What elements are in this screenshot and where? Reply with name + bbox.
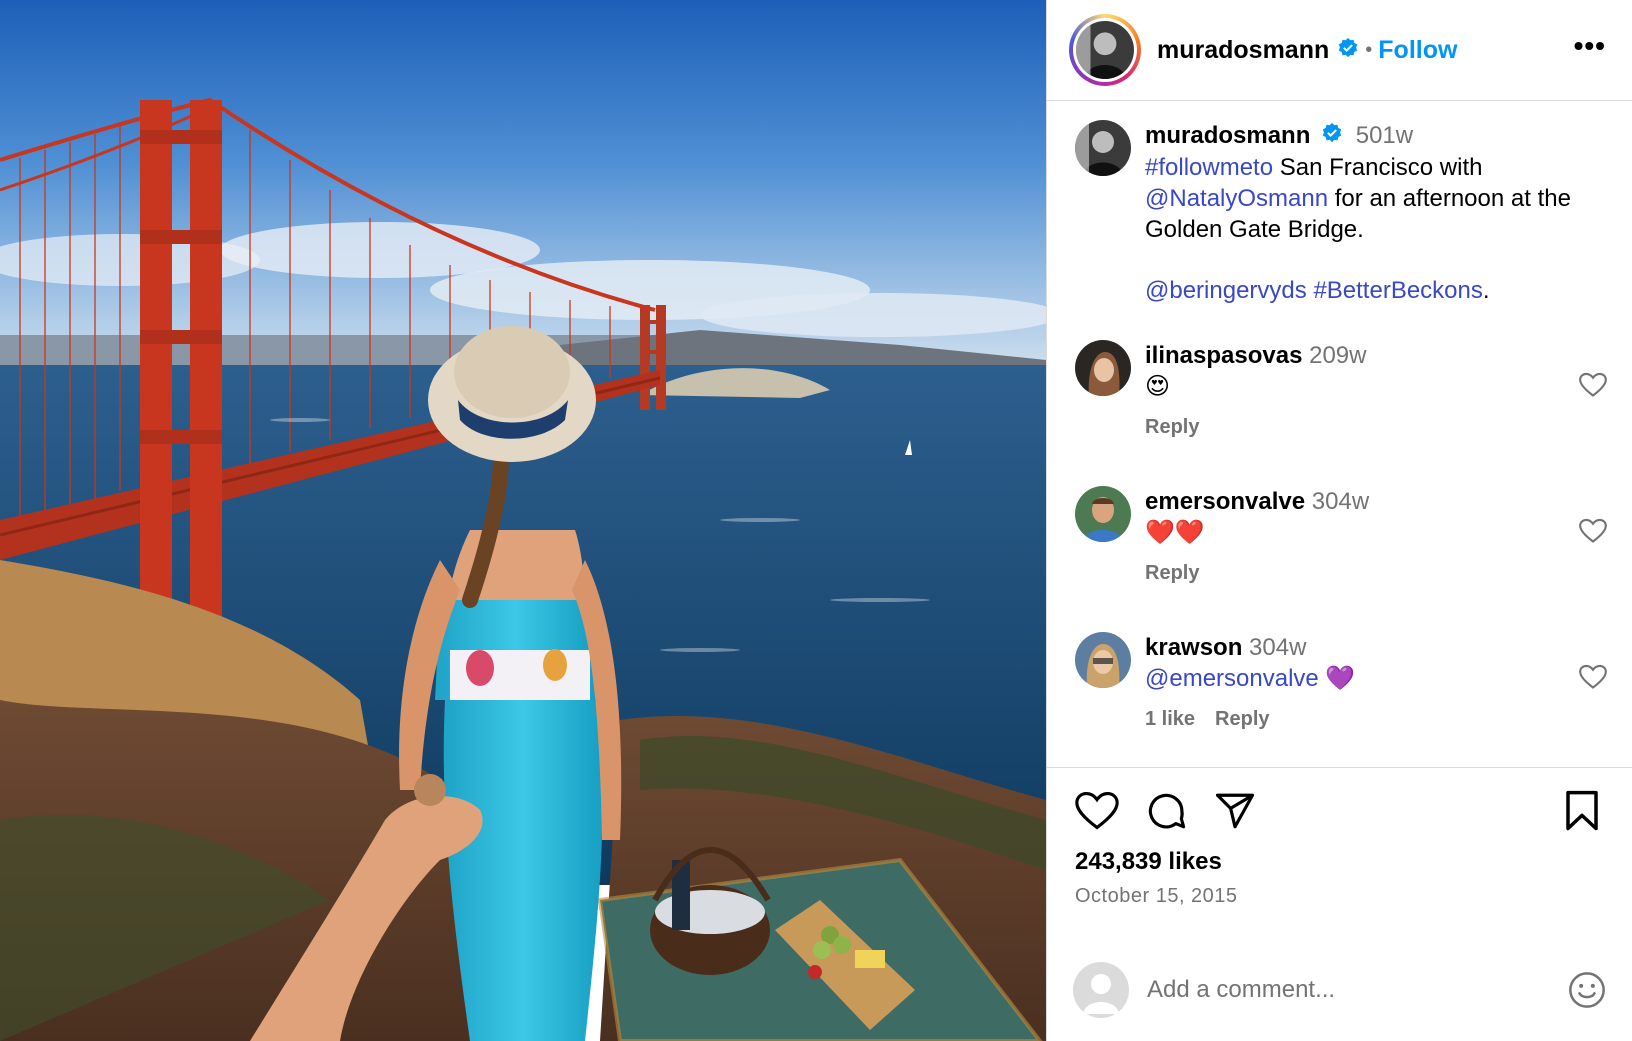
- caption: muradosmann 501w #followmeto San Francis…: [1075, 120, 1585, 306]
- reply-button[interactable]: Reply: [1215, 708, 1269, 730]
- mention-link[interactable]: @emersonvalve: [1145, 665, 1319, 692]
- comment-text: ❤️❤️: [1145, 519, 1205, 546]
- add-comment-bar: [1047, 950, 1632, 1030]
- caption-avatar[interactable]: [1075, 120, 1131, 176]
- post-date[interactable]: October 15, 2015: [1075, 885, 1238, 908]
- comment-bubble-icon[interactable]: [1145, 790, 1189, 837]
- save-bookmark-icon[interactable]: [1563, 790, 1601, 837]
- comment-username[interactable]: emersonvalve: [1145, 488, 1305, 515]
- hashtag-link[interactable]: #BetterBeckons: [1313, 277, 1482, 304]
- photo-golden-gate: [0, 0, 1046, 1041]
- separator-dot: •: [1365, 38, 1373, 61]
- comment-item: ilinaspasovas 209w 😍 Reply: [1075, 340, 1585, 443]
- emoji-picker-icon[interactable]: [1567, 970, 1607, 1015]
- commenter-avatar[interactable]: [1075, 632, 1131, 688]
- caption-text-part: San Francisco with: [1273, 154, 1483, 182]
- likes-count[interactable]: 243,839 likes: [1075, 848, 1222, 876]
- current-user-avatar: [1073, 962, 1129, 1018]
- share-paper-plane-icon[interactable]: [1213, 790, 1257, 837]
- section-divider: [1047, 767, 1632, 768]
- comment-timestamp[interactable]: 304w: [1312, 488, 1369, 515]
- mention-link[interactable]: @NatalyOsmann: [1145, 185, 1328, 212]
- hashtag-link[interactable]: #followmeto: [1145, 154, 1273, 181]
- like-comment-heart-icon[interactable]: [1579, 372, 1607, 403]
- like-comment-heart-icon[interactable]: [1579, 664, 1607, 695]
- verified-badge-icon: [1337, 37, 1359, 64]
- caption-tags: @beringervyds #BetterBeckons.: [1145, 275, 1585, 306]
- story-ring[interactable]: [1069, 14, 1141, 86]
- caption-text-part: .: [1482, 277, 1490, 305]
- reply-button[interactable]: Reply: [1145, 416, 1199, 438]
- follow-button[interactable]: Follow: [1378, 36, 1457, 65]
- comment-text: 💜: [1318, 665, 1356, 692]
- comment-timestamp[interactable]: 304w: [1249, 634, 1306, 661]
- verified-badge-icon: [1321, 121, 1343, 152]
- comment-item: krawson 304w @emersonvalve 💜 1 like Reply: [1075, 632, 1585, 735]
- comment-timestamp[interactable]: 209w: [1309, 342, 1366, 369]
- caption-text: #followmeto San Francisco with @NatalyOs…: [1145, 152, 1585, 245]
- author-avatar[interactable]: [1076, 21, 1134, 79]
- add-comment-input[interactable]: [1147, 976, 1527, 1004]
- reply-button[interactable]: Reply: [1145, 562, 1199, 584]
- comment-item: emersonvalve 304w ❤️❤️ Reply: [1075, 486, 1585, 589]
- caption-timestamp[interactable]: 501w: [1356, 122, 1413, 149]
- mention-link[interactable]: @beringervyds: [1145, 277, 1307, 304]
- comment-likes-count[interactable]: 1 like: [1145, 708, 1195, 730]
- post-view: muradosmann • Follow ••• muradosmann 501…: [0, 0, 1632, 1041]
- comment-username[interactable]: ilinaspasovas: [1145, 342, 1302, 369]
- caption-body: muradosmann 501w #followmeto San Francis…: [1145, 120, 1585, 306]
- commenter-avatar[interactable]: [1075, 486, 1131, 542]
- comment-body: ilinaspasovas 209w 😍 Reply: [1145, 340, 1585, 443]
- more-options-icon[interactable]: •••: [1574, 32, 1606, 60]
- post-actions-bar: [1075, 790, 1605, 834]
- comment-username[interactable]: krawson: [1145, 634, 1242, 661]
- like-heart-icon[interactable]: [1075, 790, 1119, 837]
- post-header: muradosmann • Follow •••: [1047, 0, 1632, 101]
- author-username[interactable]: muradosmann: [1157, 36, 1329, 65]
- comment-text: 😍: [1145, 373, 1171, 400]
- commenter-avatar[interactable]: [1075, 340, 1131, 396]
- comment-body: emersonvalve 304w ❤️❤️ Reply: [1145, 486, 1585, 589]
- post-photo[interactable]: [0, 0, 1046, 1041]
- comment-body: krawson 304w @emersonvalve 💜 1 like Reply: [1145, 632, 1585, 735]
- comments-list: muradosmann 501w #followmeto San Francis…: [1047, 102, 1632, 768]
- like-comment-heart-icon[interactable]: [1579, 518, 1607, 549]
- post-side-panel: muradosmann • Follow ••• muradosmann 501…: [1046, 0, 1632, 1041]
- caption-username[interactable]: muradosmann: [1145, 122, 1310, 149]
